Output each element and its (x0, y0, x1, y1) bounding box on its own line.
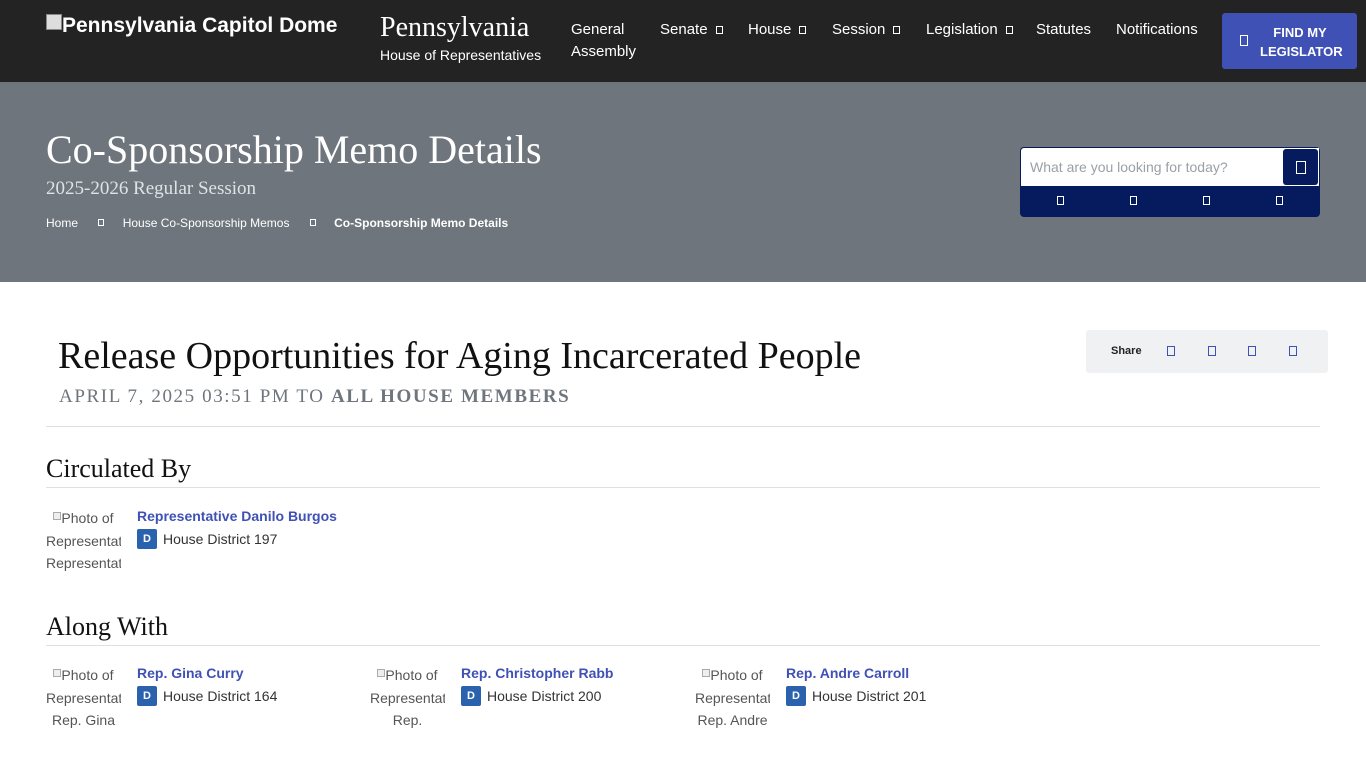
twitter-icon[interactable] (1208, 346, 1216, 356)
nav-legislation[interactable]: Legislation (926, 19, 1013, 41)
party-badge: D (461, 686, 481, 706)
logo-alt-text: Pennsylvania Capitol Dome (62, 14, 338, 37)
member-name-link[interactable]: Representative Danilo Burgos (137, 507, 337, 525)
nav-label-notifications: Notifications (1116, 21, 1198, 38)
find-button-line1: FIND MY (1273, 25, 1327, 40)
memo-title: Release Opportunities for Aging Incarcer… (58, 335, 861, 377)
divider (46, 487, 1320, 488)
nav-label-assembly: Assembly (571, 43, 637, 60)
share-bar: Share (1086, 330, 1328, 373)
member-name-link[interactable]: Rep. Andre Carroll (786, 664, 909, 682)
along-with-heading: Along With (46, 612, 168, 641)
breadcrumb-current: Co-Sponsorship Memo Details (334, 215, 509, 230)
party-badge: D (137, 529, 157, 549)
facebook-icon[interactable] (1167, 346, 1175, 356)
breadcrumb-memos[interactable]: House Co-Sponsorship Memos (123, 216, 290, 230)
calendar-icon[interactable] (1203, 196, 1210, 205)
member-name-link[interactable]: Rep. Gina Curry (137, 664, 244, 682)
memo-subtitle: APRIL 7, 2025 03:51 PM TO ALL HOUSE MEMB… (59, 386, 570, 408)
search-input[interactable] (1021, 148, 1282, 186)
nav-session[interactable]: Session (832, 19, 901, 41)
member-district: House District 201 (812, 688, 927, 704)
chevron-right-icon (309, 219, 316, 227)
member-icon[interactable] (1130, 196, 1137, 205)
member-district: House District 200 (487, 688, 602, 704)
nav-label-session: Session (832, 21, 886, 38)
brand-subtitle: House of Representatives (380, 47, 542, 63)
nav-label-statutes: Statutes (1036, 21, 1092, 38)
member-name-link[interactable]: Rep. Christopher Rabb (461, 664, 613, 682)
nav-general-assembly[interactable]: General Assembly (571, 19, 636, 63)
bill-icon[interactable] (1057, 196, 1064, 205)
map-marker-icon (1240, 35, 1248, 46)
nav-senate[interactable]: Senate (660, 19, 723, 41)
find-button-line2: LEGISLATOR (1260, 44, 1343, 59)
linkedin-icon[interactable] (1248, 346, 1256, 356)
member-photo[interactable]: Photo of Representative Rep. Gina (46, 664, 121, 732)
divider (46, 426, 1320, 427)
video-icon[interactable] (1276, 196, 1283, 205)
top-navbar: Pennsylvania Capitol Dome Pennsylvania H… (0, 0, 1366, 82)
breadcrumb: Home House Co-Sponsorship Memos Co-Spons… (46, 215, 508, 230)
chevron-down-icon (799, 26, 807, 35)
breadcrumb-home[interactable]: Home (46, 216, 78, 230)
member-photo[interactable]: Photo of Representative Rep. Andre (695, 664, 770, 732)
search-icon (1283, 149, 1318, 185)
member-district: House District 197 (163, 531, 278, 547)
find-my-legislator-button[interactable]: FIND MY LEGISLATOR (1222, 13, 1357, 69)
capitol-dome-logo[interactable]: Pennsylvania Capitol Dome (46, 14, 374, 38)
nav-label-senate: Senate (660, 21, 708, 38)
chevron-down-icon (715, 26, 723, 35)
email-icon[interactable] (1289, 346, 1297, 356)
brand-title: Pennsylvania (380, 12, 530, 43)
party-badge: D (786, 686, 806, 706)
nav-label-house: House (748, 21, 792, 38)
divider (46, 645, 1320, 646)
memo-date: APRIL 7, 2025 03:51 PM TO (59, 386, 325, 407)
page-title: Co-Sponsorship Memo Details (46, 127, 542, 172)
nav-label-legislation: Legislation (926, 21, 998, 38)
nav-house[interactable]: House (748, 19, 807, 41)
memo-recipients: ALL HOUSE MEMBERS (330, 386, 571, 407)
member-photo[interactable]: Photo of Representative Rep. (370, 664, 445, 732)
party-badge: D (137, 686, 157, 706)
member-district: House District 164 (163, 688, 278, 704)
circulated-by-heading: Circulated By (46, 454, 192, 483)
chevron-down-icon (893, 26, 901, 35)
nav-notifications[interactable]: Notifications (1116, 19, 1198, 41)
nav-label-general: General (571, 21, 625, 38)
chevron-right-icon (98, 219, 105, 227)
site-search (1020, 147, 1320, 217)
search-button[interactable] (1282, 148, 1319, 186)
nav-statutes[interactable]: Statutes (1036, 19, 1091, 41)
site-brand[interactable]: Pennsylvania House of Representatives (380, 12, 541, 64)
chevron-down-icon (1005, 26, 1013, 35)
share-label: Share (1111, 345, 1142, 357)
broken-image-icon (46, 14, 62, 30)
session-label: 2025-2026 Regular Session (46, 178, 257, 199)
page-hero: Co-Sponsorship Memo Details 2025-2026 Re… (0, 82, 1366, 282)
member-photo[interactable]: Photo of Representative Representative (46, 507, 121, 575)
